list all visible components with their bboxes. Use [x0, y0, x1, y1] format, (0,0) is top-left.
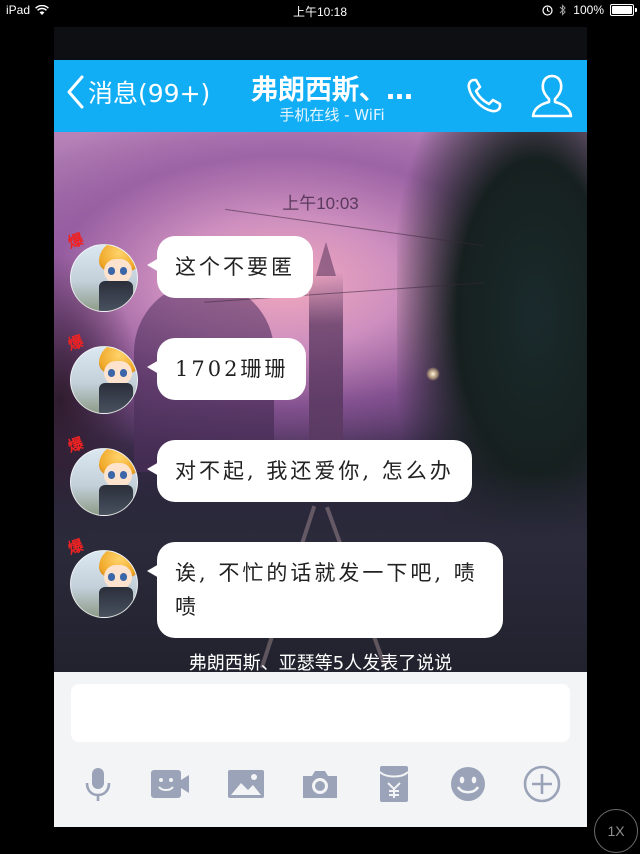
- message-bubble[interactable]: 这个不要匿: [147, 236, 313, 298]
- back-button[interactable]: 消息(99+): [64, 74, 210, 110]
- video-call-icon: [151, 770, 189, 798]
- message-input[interactable]: [71, 684, 570, 742]
- status-right: 100%: [542, 3, 637, 17]
- avatar-badge: 爆: [65, 230, 86, 252]
- battery-fill: [612, 6, 632, 14]
- avatar[interactable]: [70, 550, 138, 618]
- avatar[interactable]: [70, 448, 138, 516]
- back-label: 消息(99+): [88, 79, 211, 108]
- red-packet-button[interactable]: [374, 764, 414, 804]
- avatar-body: [99, 485, 133, 515]
- avatar-eye: [120, 267, 127, 275]
- avatar-eye: [108, 267, 115, 275]
- composer-toolbar: [54, 764, 587, 810]
- online-status: 手机在线 - WiFi: [279, 106, 385, 124]
- avatar-eye: [120, 471, 127, 479]
- message-row: 爆 对不起, 我还爱你, 怎么办: [54, 434, 587, 552]
- avatar-body: [99, 587, 133, 617]
- voice-button[interactable]: [78, 764, 118, 804]
- red-packet-icon: [379, 766, 409, 802]
- chat-header: 消息(99+) 弗朗西斯、… 手机在线 - WiFi: [54, 60, 587, 132]
- chat-title[interactable]: 弗朗西斯、…: [232, 68, 432, 107]
- qq-chat-window: 消息(99+) 弗朗西斯、… 手机在线 - WiFi 上午10:03 爆 这个不…: [54, 27, 587, 827]
- battery-percent: 100%: [573, 3, 604, 17]
- message-row: 爆 诶, 不忙的话就发一下吧, 啧啧: [54, 536, 587, 654]
- avatar-eye: [120, 369, 127, 377]
- feed-notice[interactable]: 弗朗西斯、亚瑟等5人发表了说说: [54, 649, 587, 672]
- message-row: 爆 这个不要匿: [54, 230, 587, 348]
- avatar-body: [99, 281, 133, 311]
- avatar-eye: [108, 471, 115, 479]
- composer: [54, 672, 587, 827]
- phone-top-bar: [54, 27, 587, 60]
- camera-button[interactable]: [300, 764, 340, 804]
- avatar-eye: [108, 369, 115, 377]
- plus-icon: [523, 765, 561, 803]
- avatar[interactable]: [70, 346, 138, 414]
- person-icon: [531, 74, 573, 118]
- bluetooth-icon: [559, 4, 567, 16]
- alarm-icon: [542, 4, 553, 16]
- avatar-body: [99, 383, 133, 413]
- camera-icon: [303, 771, 337, 798]
- avatar-eye: [120, 573, 127, 581]
- emoji-icon: [451, 767, 485, 801]
- ipad-status-bar: iPad 上午10:18 100%: [0, 0, 640, 20]
- more-button[interactable]: [522, 764, 562, 804]
- chat-area[interactable]: 上午10:03 爆 这个不要匿 爆 1702珊珊 爆 对不起, 我还爱你, 怎么…: [54, 132, 587, 672]
- chevron-left-icon: [67, 75, 84, 109]
- message-bubble[interactable]: 诶, 不忙的话就发一下吧, 啧啧: [147, 542, 503, 638]
- avatar-eye: [108, 573, 115, 581]
- microphone-icon: [85, 768, 111, 801]
- phone-call-button[interactable]: [462, 74, 506, 118]
- message-timestamp: 上午10:03: [282, 194, 359, 213]
- battery-icon: [610, 4, 637, 16]
- emoji-button[interactable]: [448, 764, 488, 804]
- message-bubble[interactable]: 1702珊珊: [146, 338, 307, 400]
- video-call-button[interactable]: [150, 764, 190, 804]
- message-bubble[interactable]: 对不起, 我还爱你, 怎么办: [147, 440, 472, 502]
- picture-button[interactable]: [226, 764, 266, 804]
- profile-button[interactable]: [529, 72, 575, 120]
- zoom-button[interactable]: 1X: [594, 809, 638, 853]
- avatar[interactable]: [70, 244, 138, 312]
- phone-icon: [467, 78, 502, 113]
- message-row: 爆 1702珊珊: [54, 332, 587, 450]
- picture-icon: [228, 770, 264, 798]
